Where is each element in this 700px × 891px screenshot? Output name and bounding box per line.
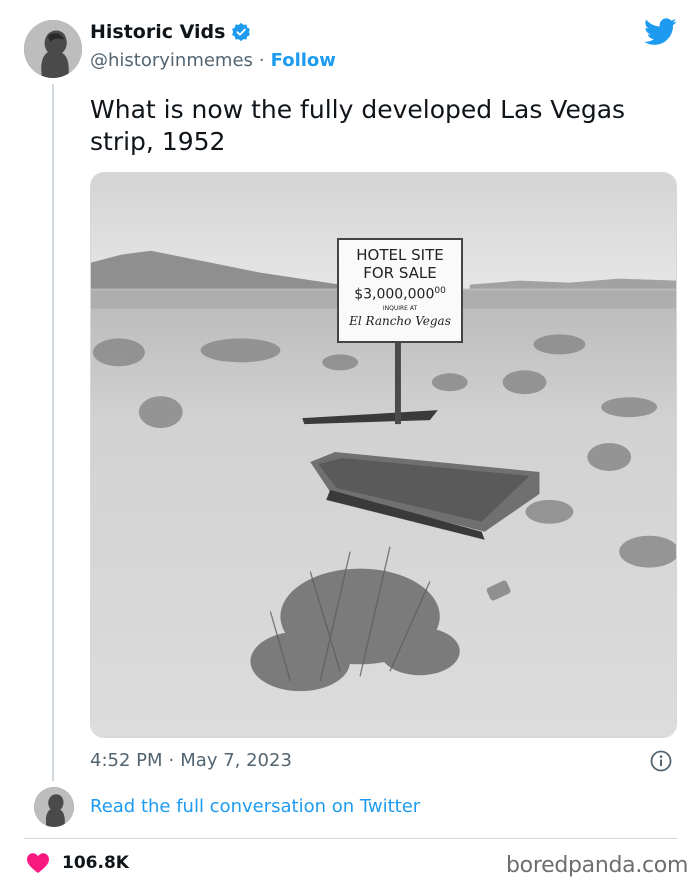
- author-display-name[interactable]: Historic Vids: [90, 21, 225, 43]
- author-avatar-small[interactable]: [34, 787, 74, 827]
- sign-line-2: FOR SALE: [363, 264, 437, 282]
- author-handle[interactable]: @historyinmemes: [90, 50, 253, 71]
- author-name-row[interactable]: Historic Vids: [90, 21, 251, 43]
- author-handle-row: @historyinmemes · Follow: [90, 50, 336, 71]
- sign-price-cents: 00: [434, 286, 446, 296]
- twitter-bird-icon[interactable]: [644, 18, 677, 46]
- heart-icon: [26, 852, 50, 874]
- sign-board: HOTEL SITE FOR SALE $3,000,00000 INQUIRE…: [337, 238, 463, 343]
- tweet-date: May 7, 2023: [180, 750, 292, 771]
- info-icon[interactable]: [650, 750, 672, 772]
- date-separator: ·: [168, 750, 175, 771]
- like-button[interactable]: 106.8K: [26, 852, 129, 874]
- tweet-photo[interactable]: HOTEL SITE FOR SALE $3,000,00000 INQUIRE…: [90, 172, 677, 738]
- verified-badge-icon: [231, 22, 251, 42]
- follow-button[interactable]: Follow: [271, 50, 336, 71]
- sign-venue: El Rancho Vegas: [349, 313, 451, 328]
- author-avatar[interactable]: [24, 20, 82, 78]
- sign-inquire: INQUIRE AT: [382, 304, 418, 312]
- sign-line-1: HOTEL SITE: [356, 246, 444, 264]
- site-watermark: boredpanda.com: [506, 853, 689, 878]
- tweet-time: 4:52 PM: [90, 750, 163, 771]
- handle-separator: ·: [258, 50, 265, 71]
- tweet-text: What is now the fully developed Las Vega…: [90, 95, 626, 156]
- tweet-timestamp[interactable]: 4:52 PM · May 7, 2023: [90, 750, 292, 771]
- read-conversation-link[interactable]: Read the full conversation on Twitter: [90, 796, 420, 817]
- thread-line: [52, 84, 54, 781]
- divider: [24, 838, 677, 839]
- like-count: 106.8K: [62, 853, 129, 873]
- sign-price: $3,000,000: [354, 286, 435, 303]
